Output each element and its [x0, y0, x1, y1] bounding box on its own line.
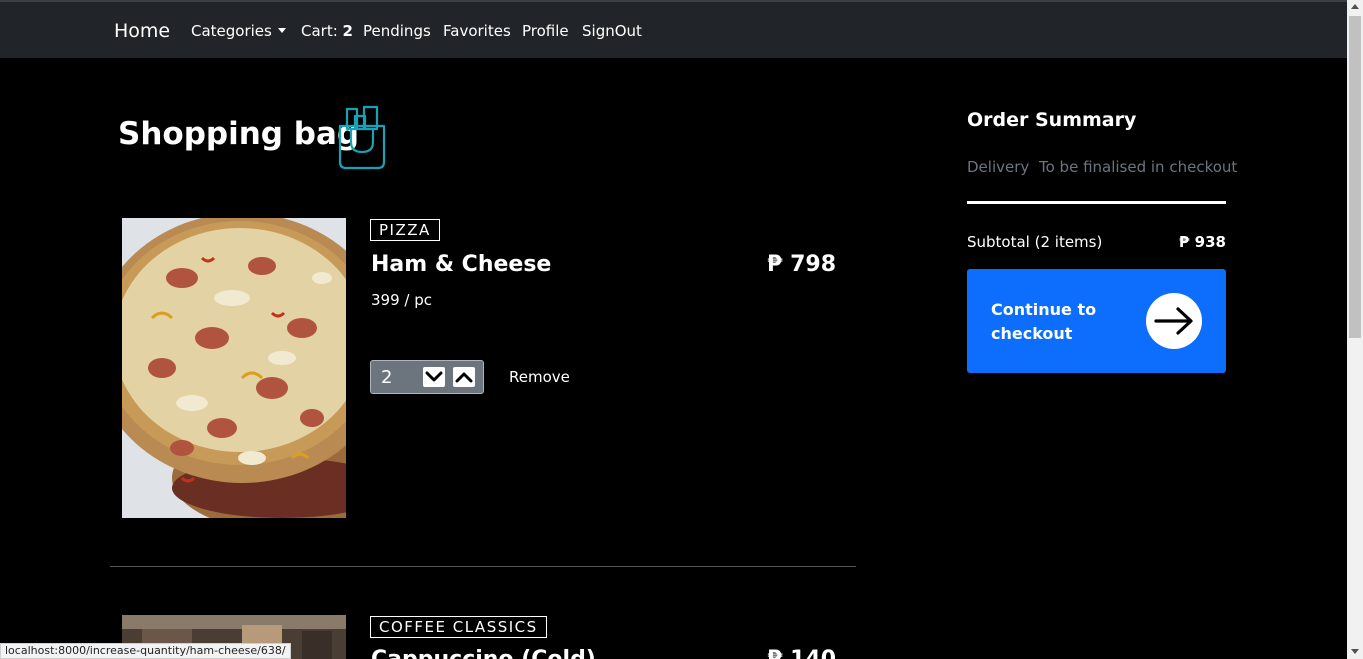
product-unit-price: 399 / pc	[371, 291, 432, 309]
decrease-quantity-button[interactable]	[423, 367, 445, 387]
chevron-down-icon	[425, 371, 443, 382]
product-total-price: ₱ 140	[767, 647, 836, 659]
summary-divider	[967, 201, 1226, 204]
order-summary-title: Order Summary	[967, 109, 1137, 131]
nav-cart-label: Cart:	[301, 22, 343, 40]
category-badge: COFFEE CLASSICS	[370, 616, 547, 638]
caret-down-icon	[277, 28, 286, 33]
quantity-stepper: 2	[370, 360, 484, 394]
subtotal-label: Subtotal (2 items)	[967, 233, 1103, 251]
nav-home-link[interactable]: Home	[114, 20, 170, 42]
scroll-up-arrow-icon[interactable]	[1351, 4, 1359, 9]
shopping-bag-icon	[338, 105, 386, 170]
nav-categories-label: Categories	[191, 22, 272, 40]
increase-quantity-button[interactable]	[453, 367, 475, 387]
category-badge: PIZZA	[370, 219, 440, 241]
cart-count-badge: 2	[342, 22, 353, 40]
quantity-value: 2	[381, 367, 393, 388]
arrow-circle	[1146, 293, 1202, 349]
scroll-down-arrow-icon[interactable]	[1351, 649, 1359, 654]
product-total-price: ₱ 798	[767, 252, 836, 277]
delivery-value: To be finalised in checkout	[1039, 158, 1238, 176]
delivery-label: Delivery	[967, 158, 1030, 176]
nav-categories-dropdown[interactable]: Categories	[191, 22, 286, 40]
checkout-button-label: Continue to checkout	[991, 300, 1097, 343]
subtotal-value: ₱ 938	[1179, 233, 1226, 251]
nav-signout-link[interactable]: SignOut	[582, 22, 642, 40]
continue-to-checkout-button[interactable]: Continue to checkout	[967, 269, 1226, 373]
scrollbar-thumb[interactable]	[1349, 16, 1361, 338]
nav-profile-link[interactable]: Profile	[522, 22, 569, 40]
browser-status-url: localhost:8000/increase-quantity/ham-che…	[0, 643, 291, 659]
nav-cart-link[interactable]: Cart: 2	[301, 22, 353, 40]
remove-item-link[interactable]: Remove	[509, 368, 570, 386]
arrow-right-icon	[1154, 307, 1193, 335]
navbar: Home Categories Cart: 2 Pendings Favorit…	[0, 2, 1347, 58]
product-name: Ham & Cheese	[371, 252, 552, 277]
product-image-pizza	[122, 218, 346, 518]
nav-favorites-link[interactable]: Favorites	[443, 22, 511, 40]
page-title: Shopping bag	[118, 116, 360, 152]
product-name: Cappuccino (Cold)	[371, 647, 596, 659]
chevron-up-icon	[455, 372, 473, 383]
nav-pendings-link[interactable]: Pendings	[363, 22, 431, 40]
item-divider	[110, 566, 856, 567]
